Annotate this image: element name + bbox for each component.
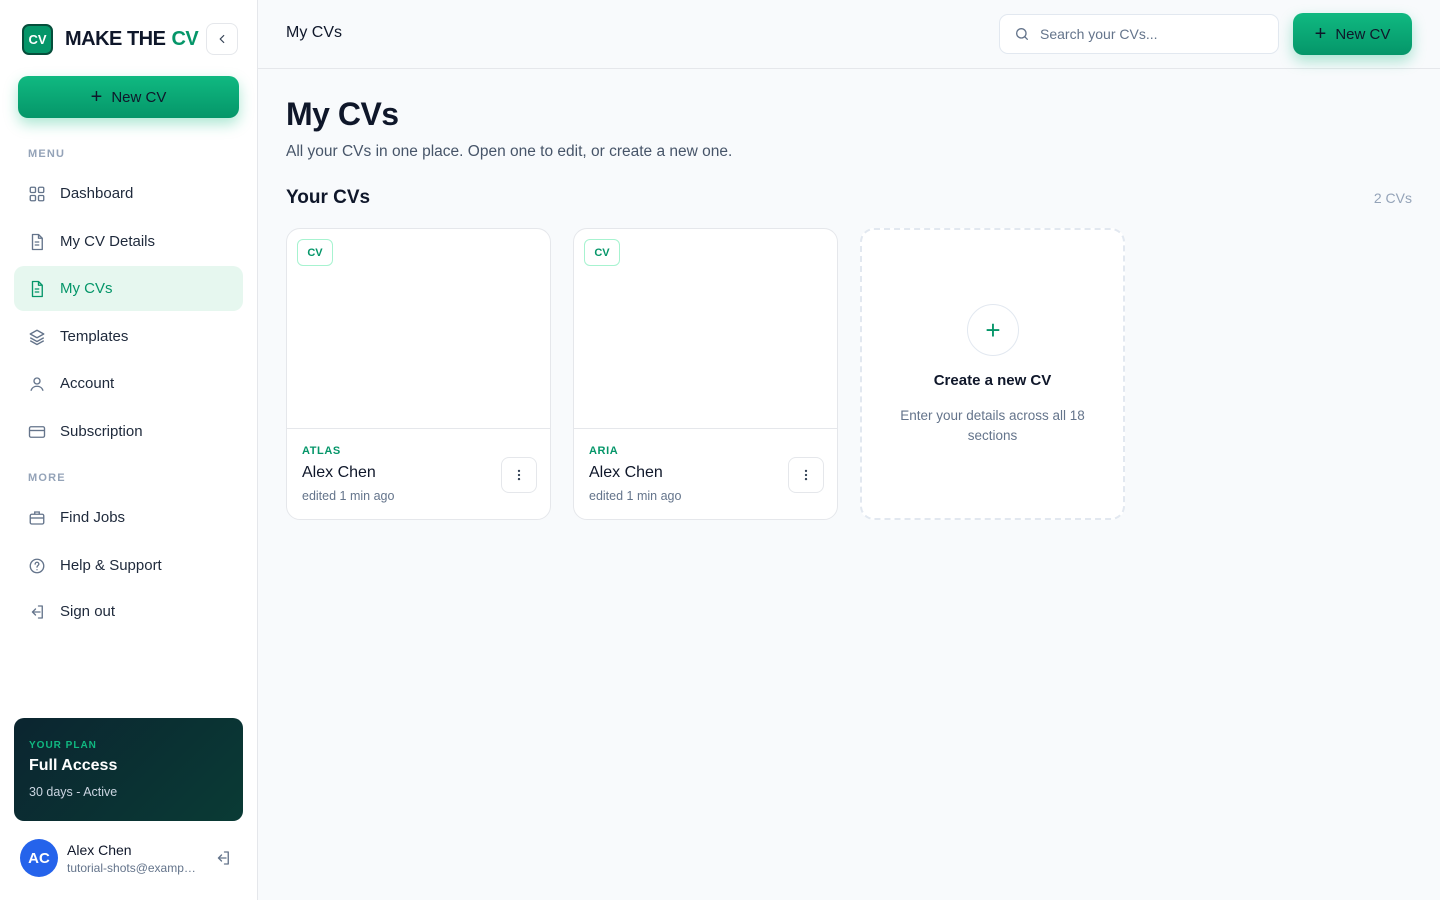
create-cv-description: Enter your details across all 18 section… — [900, 408, 1085, 443]
help-circle-icon — [28, 557, 46, 575]
sidebar-item-label: Dashboard — [60, 185, 134, 202]
brand-name: MAKE THE CV — [65, 27, 199, 51]
user-info: Alex Chen tutorial-shots@example.com — [67, 842, 197, 875]
sidebar-item-subscription[interactable]: Subscription — [14, 409, 243, 454]
cv-badge: CV — [297, 239, 333, 266]
sidebar-item-templates[interactable]: Templates — [14, 314, 243, 359]
sidebar-item-label: Subscription — [60, 423, 143, 440]
page-subtitle: All your CVs in one place. Open one to e… — [286, 143, 733, 160]
brand-name-accent: CV — [171, 27, 199, 50]
brand: CV MAKE THE CV — [22, 23, 238, 55]
sidebar: CV MAKE THE CV + New CV MENU Dashboard My… — [0, 0, 258, 900]
layers-icon — [28, 328, 46, 346]
user-name: Alex Chen — [67, 841, 132, 858]
cv-edited-time: edited 1 min ago — [302, 489, 395, 503]
more-vertical-icon — [517, 469, 521, 481]
plan-status: 30 days - Active — [29, 785, 118, 799]
sidebar-item-my-cvs[interactable]: My CVs — [14, 266, 243, 311]
sidebar-item-label: My CVs — [60, 280, 113, 297]
plus-icon: + — [1314, 22, 1327, 45]
search-box[interactable] — [999, 14, 1279, 54]
sidebar-item-sign-out[interactable]: Sign out — [14, 589, 243, 634]
menu-section-label: MENU — [28, 148, 66, 160]
cv-edited-time: edited 1 min ago — [589, 489, 682, 503]
new-cv-label: New CV — [111, 88, 167, 106]
briefcase-icon — [28, 509, 46, 527]
collapse-sidebar-button[interactable] — [206, 23, 238, 55]
user-profile[interactable]: AC Alex Chen tutorial-shots@example.com — [20, 838, 240, 878]
plan-label: YOUR PLAN — [29, 740, 97, 751]
document-icon — [28, 233, 46, 251]
topbar: My CVs + New CV — [258, 0, 1440, 69]
sidebar-item-dashboard[interactable]: Dashboard — [14, 171, 243, 216]
sidebar-item-label: Sign out — [60, 603, 116, 620]
create-cv-title: Create a new CV — [933, 372, 1052, 389]
more-vertical-icon — [804, 469, 808, 481]
sidebar-item-label: Help & Support — [60, 557, 162, 574]
section-heading: Your CVs — [286, 187, 371, 208]
sidebar-item-help-support[interactable]: Help & Support — [14, 543, 243, 588]
avatar[interactable]: AC — [20, 839, 58, 877]
search-input[interactable] — [1040, 26, 1260, 42]
plus-icon: + — [90, 85, 103, 108]
sign-out-icon — [28, 603, 46, 621]
cv-badge: CV — [584, 239, 620, 266]
user-email: tutorial-shots@example.com — [67, 860, 197, 875]
logo-icon[interactable]: CV — [22, 23, 53, 55]
sidebar-item-find-jobs[interactable]: Find Jobs — [14, 495, 243, 540]
sidebar-item-label: Templates — [60, 328, 129, 345]
cv-menu-button[interactable] — [788, 457, 824, 493]
topbar-title: My CVs — [286, 24, 342, 41]
cv-card[interactable]: CV ATLAS Alex Chen edited 1 min ago — [286, 228, 551, 520]
plan-card[interactable]: YOUR PLAN Full Access 30 days - Active — [14, 718, 243, 821]
new-cv-button[interactable]: + New CV — [18, 76, 239, 118]
cv-template-name: ATLAS — [302, 445, 341, 457]
brand-name-prefix: MAKE THE — [65, 27, 166, 50]
page-title: My CVs — [286, 96, 399, 132]
logout-icon[interactable] — [214, 849, 232, 872]
cv-count: 2 CVs — [1373, 190, 1412, 206]
search-icon — [1016, 28, 1028, 40]
plan-name: Full Access — [29, 757, 118, 774]
sidebar-item-my-cv-details[interactable]: My CV Details — [14, 219, 243, 264]
grid-icon — [28, 185, 46, 203]
sidebar-item-label: Account — [60, 375, 115, 392]
credit-card-icon — [28, 423, 46, 441]
new-cv-top-label: New CV — [1335, 25, 1391, 43]
file-text-icon — [28, 280, 46, 298]
sidebar-item-label: My CV Details — [60, 233, 156, 250]
user-icon — [28, 375, 46, 393]
cv-menu-button[interactable] — [501, 457, 537, 493]
plus-icon: + — [967, 304, 1019, 356]
cv-name: Alex Chen — [302, 464, 376, 481]
create-cv-card[interactable]: + Create a new CV Enter your details acr… — [860, 228, 1125, 520]
cv-name: Alex Chen — [589, 464, 663, 481]
sidebar-item-label: Find Jobs — [60, 509, 126, 526]
chevron-left-icon — [219, 34, 225, 44]
cv-card[interactable]: CV ARIA Alex Chen edited 1 min ago — [573, 228, 838, 520]
new-cv-top-button[interactable]: + New CV — [1293, 13, 1412, 55]
more-section-label: MORE — [28, 472, 66, 484]
cv-template-name: ARIA — [589, 445, 619, 457]
sidebar-item-account[interactable]: Account — [14, 361, 243, 406]
